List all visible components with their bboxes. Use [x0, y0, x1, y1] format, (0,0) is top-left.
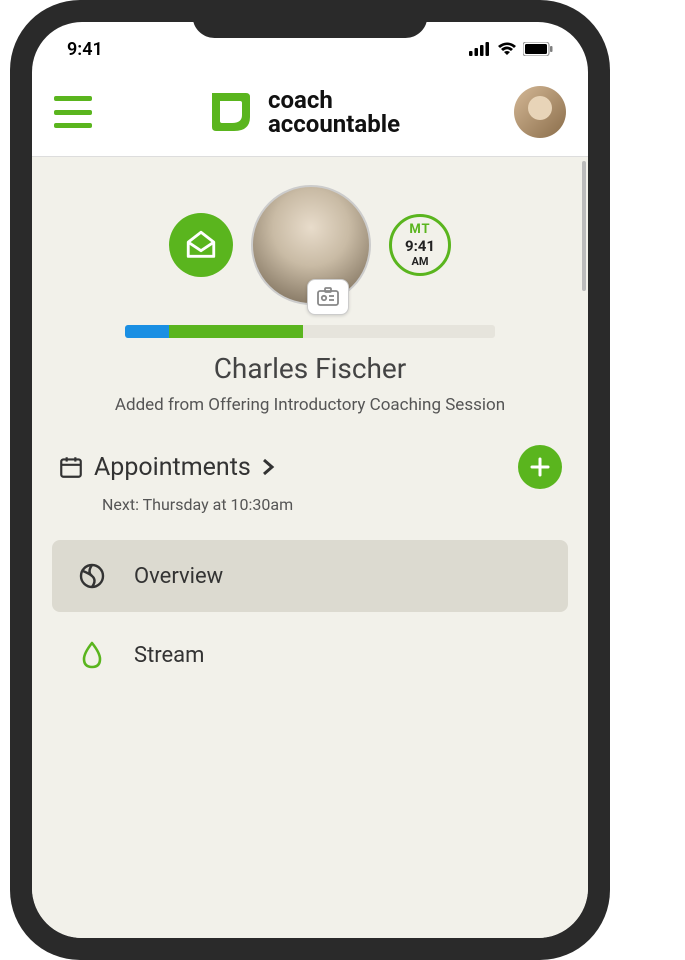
overview-icon	[78, 562, 106, 590]
signal-icon	[469, 42, 491, 56]
scrollbar[interactable]	[582, 161, 586, 291]
tab-stream[interactable]: Stream	[52, 618, 568, 692]
battery-icon	[523, 42, 553, 56]
progress-segment-2	[169, 325, 302, 338]
status-time: 9:41	[67, 39, 103, 60]
page-content: MT 9:41 AM Charles Fischer Added from Of…	[32, 157, 588, 938]
envelope-open-icon	[184, 228, 218, 262]
client-note: Added from Offering Introductory Coachin…	[52, 395, 568, 415]
phone-frame: 9:41	[10, 0, 610, 960]
leaf-icon	[206, 87, 256, 137]
client-photo[interactable]	[251, 185, 371, 305]
tab-overview-label: Overview	[134, 564, 223, 589]
app-header: coach accountable	[32, 76, 588, 157]
phone-screen: 9:41	[32, 22, 588, 938]
timezone-badge[interactable]: MT 9:41 AM	[389, 214, 451, 276]
timezone-ampm: AM	[411, 255, 428, 268]
email-button[interactable]	[169, 213, 233, 277]
timezone-time: 9:41	[405, 237, 435, 255]
wifi-icon	[497, 42, 517, 56]
tab-stream-label: Stream	[134, 643, 204, 668]
chevron-right-icon	[261, 457, 275, 477]
tab-overview[interactable]: Overview	[52, 540, 568, 612]
phone-notch	[193, 0, 428, 38]
progress-segment-1	[125, 325, 169, 338]
user-avatar[interactable]	[514, 86, 566, 138]
appointments-header[interactable]: Appointments	[58, 453, 275, 482]
progress-bar	[125, 325, 495, 338]
stream-icon	[78, 640, 106, 670]
brand-line1: coach	[268, 88, 400, 112]
next-appointment: Next: Thursday at 10:30am	[52, 495, 568, 514]
menu-button[interactable]	[54, 96, 92, 128]
id-card-icon	[316, 287, 340, 307]
brand-logo[interactable]: coach accountable	[206, 87, 400, 137]
calendar-icon	[58, 454, 84, 480]
plus-icon	[529, 456, 551, 478]
client-name: Charles Fischer	[52, 352, 568, 385]
add-appointment-button[interactable]	[518, 445, 562, 489]
timezone-label: MT	[409, 222, 430, 237]
brand-line2: accountable	[268, 112, 400, 136]
id-card-button[interactable]	[307, 279, 349, 315]
appointments-label: Appointments	[94, 453, 251, 482]
